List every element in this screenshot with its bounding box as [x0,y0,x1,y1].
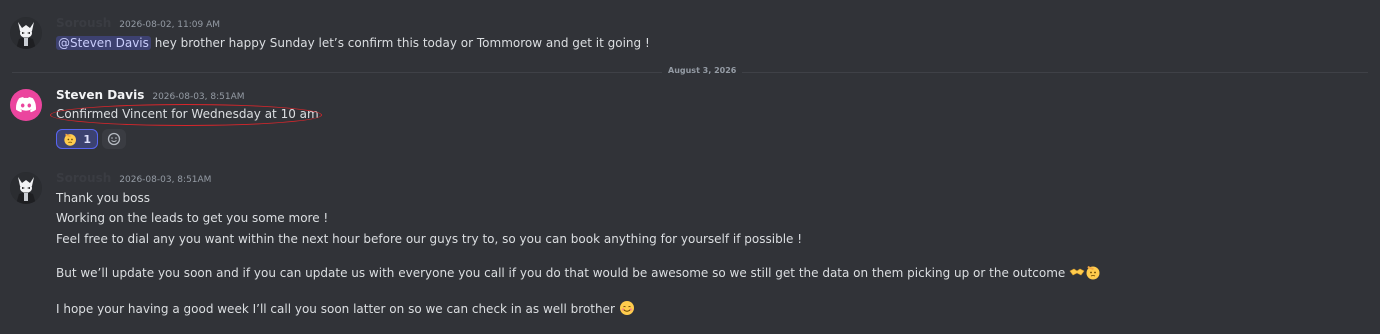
user-mention[interactable]: @Steven Davis [56,36,151,50]
message-text: Confirmed Vincent for Wednesday at 10 am [56,107,319,121]
message-content: @Steven Davis hey brother happy Sunday l… [56,34,650,52]
handshake-emoji-icon [1069,268,1085,276]
date-divider-label: August 3, 2026 [662,66,743,75]
message-line: But we’ll update you soon and if you can… [56,264,1101,282]
message-line: Thank you boss [56,191,150,205]
author-name[interactable]: Soroush [56,16,111,30]
author-name[interactable]: Soroush [56,171,111,185]
message-soroush-1[interactable]: Soroush 2026-08-02, 11:09 AM @Steven Dav… [0,0,1380,60]
message-timestamp: 2026-08-02, 11:09 AM [119,20,221,30]
add-reaction-button[interactable] [102,129,126,149]
author-name[interactable]: Steven Davis [56,88,144,102]
message-line: I hope your having a good week I’ll call… [56,300,635,318]
avatar-steven-davis[interactable] [10,89,42,121]
message-steven-davis[interactable]: Steven Davis 2026-08-03, 8:51AM Confirme… [0,80,1380,152]
message-line: Working on the leads to get you some mor… [56,211,329,225]
masked-figure-avatar-icon [10,17,42,49]
message-timestamp: 2026-08-03, 8:51AM [152,92,245,102]
message-soroush-2[interactable]: Soroush 2026-08-03, 8:51AM Thank you bos… [0,160,1380,334]
discord-logo-icon [16,97,36,113]
message-line-text: I hope your having a good week I’ll call… [56,302,619,316]
saluting-face-emoji-icon [1086,266,1100,280]
message-line-text: But we’ll update you soon and if you can… [56,266,1070,280]
message-timestamp: 2026-08-03, 8:51AM [119,175,212,185]
smiling-face-emoji-icon [619,301,634,315]
saluting-face-emoji-icon [64,133,76,146]
avatar-soroush[interactable] [10,172,42,204]
message-line: Feel free to dial any you want within th… [56,232,803,246]
add-reaction-icon [107,132,121,146]
chat-messages: Soroush 2026-08-02, 11:09 AM @Steven Dav… [0,0,1380,334]
reaction-count: 1 [83,132,91,146]
reaction-saluting-face[interactable]: 1 [56,129,98,149]
message-text: hey brother happy Sunday let’s confirm t… [150,36,650,50]
reaction-bar: 1 [56,129,126,149]
avatar-soroush[interactable] [10,17,42,49]
masked-figure-avatar-icon [10,172,42,204]
